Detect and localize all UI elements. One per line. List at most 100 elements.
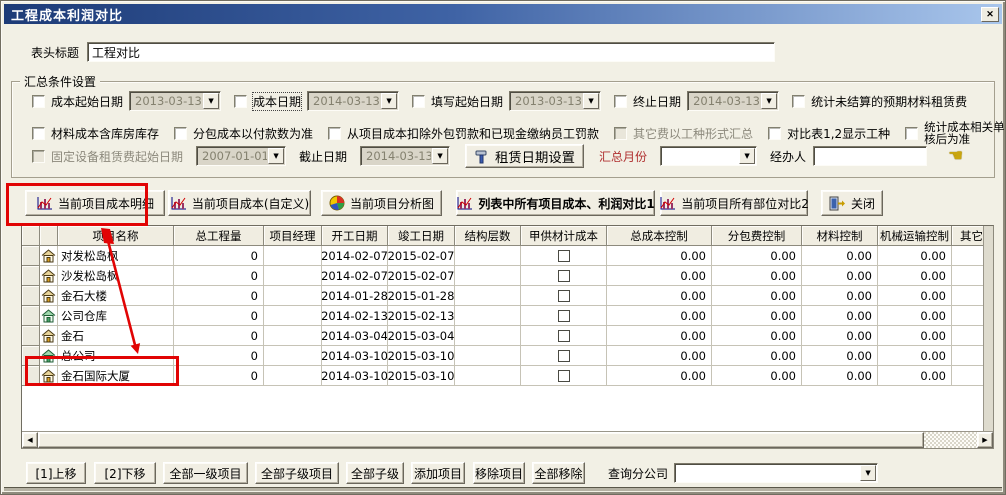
toolbar-button-1[interactable]: 当前项目成本明细 (25, 190, 165, 216)
condition-checkbox[interactable]: 材料成本含库房库存 (32, 125, 159, 142)
toolbar-button-label: 关闭 (851, 195, 875, 212)
condition-checkbox[interactable]: 统计成本相关单据以审核后为准 (905, 121, 1006, 145)
cell-sub-ctrl: 0.00 (712, 286, 802, 306)
footer-button-4[interactable]: 全部子级项目 (255, 462, 339, 484)
checkbox-box[interactable] (614, 95, 627, 108)
table-row[interactable]: 总公司02014-03-102015-03-100.000.000.000.00 (22, 346, 983, 366)
summary-month-dropdown[interactable]: ▼ (660, 146, 757, 166)
condition-item: 填写起始日期2013-03-13▼ (412, 91, 601, 111)
column-header[interactable] (40, 226, 58, 246)
checkbox-box[interactable] (768, 127, 781, 140)
condition-item: 统计未结算的预期材料租赁费 (792, 93, 967, 110)
search-branch-dropdown[interactable]: ▼ (674, 463, 878, 483)
column-header[interactable]: 甲供材计成本 (521, 226, 607, 246)
condition-checkbox[interactable]: 对比表1,2显示工种 (768, 125, 890, 142)
checkbox-label: 统计成本相关单据以审核后为准 (924, 121, 1006, 145)
grid-checkbox[interactable] (558, 310, 570, 322)
horizontal-scrollbar[interactable]: ◀ ▶ (22, 431, 993, 448)
toolbar-button-label: 当前项目成本明细 (58, 195, 154, 212)
scroll-left-button[interactable]: ◀ (22, 432, 38, 448)
close-button[interactable]: ✕ (981, 7, 999, 22)
toolbar-button-4[interactable]: 列表中所有项目成本、利润对比1 (456, 190, 655, 216)
column-header[interactable]: 项目名称 (58, 226, 174, 246)
toolbar-button-5[interactable]: 当前项目所有部位对比2 (660, 190, 808, 216)
checkbox-box[interactable] (328, 127, 341, 140)
grid-checkbox[interactable] (558, 330, 570, 342)
supply-material-checkbox-cell (521, 266, 607, 286)
cell-machine-ctrl: 0.00 (878, 366, 952, 386)
condition-checkbox[interactable]: 从项目成本扣除外包罚款和已现金缴纳员工罚款 (328, 125, 599, 142)
scrollbar-track[interactable] (924, 432, 977, 448)
row-selector-cell (22, 326, 40, 346)
footer-button-5[interactable]: 全部子级 (346, 462, 404, 484)
table-row[interactable]: 沙发松岛枫02014-02-072015-02-070.000.000.000.… (22, 266, 983, 286)
column-header[interactable] (22, 226, 40, 246)
cell-name: 总公司 (58, 346, 174, 366)
column-header[interactable]: 项目经理 (264, 226, 322, 246)
checkbox-box[interactable] (32, 127, 45, 140)
table-row[interactable]: 金石大楼02014-01-282015-01-280.000.000.000.0… (22, 286, 983, 306)
cell-qty: 0 (174, 326, 264, 346)
footer-button-1[interactable]: [1]上移 (26, 462, 86, 484)
toolbar-button-2[interactable]: 当前项目成本(自定义) (168, 190, 311, 216)
rent-date-settings-button[interactable]: 租赁日期设置 (465, 144, 584, 168)
table-row[interactable]: 金石02014-03-042015-03-040.000.000.000.00 (22, 326, 983, 346)
agent-input[interactable] (813, 146, 927, 166)
column-header[interactable]: 其它 (952, 226, 983, 246)
checkbox-box[interactable] (32, 95, 45, 108)
column-header[interactable]: 开工日期 (322, 226, 388, 246)
table-row[interactable]: 公司仓库02014-02-132015-02-130.000.000.000.0… (22, 306, 983, 326)
column-header[interactable]: 结构层数 (455, 226, 521, 246)
checkbox-box[interactable] (174, 127, 187, 140)
condition-checkbox[interactable]: 分包成本以付款数为准 (174, 125, 313, 142)
toolbar-button-label: 当前项目分析图 (350, 195, 434, 212)
fixed-equipment-rent-checkbox[interactable]: 固定设备租赁费起始日期 (32, 148, 183, 165)
grid-checkbox[interactable] (558, 270, 570, 282)
checkbox-box[interactable] (792, 95, 805, 108)
table-row[interactable]: 金石国际大厦02014-03-102015-03-100.000.000.000… (22, 366, 983, 386)
summary-conditions-group: 汇总条件设置 成本起始日期2013-03-13▼成本日期2014-03-13▼填… (11, 81, 995, 178)
condition-checkbox[interactable]: 终止日期 (614, 93, 681, 110)
footer-button-3[interactable]: 全部一级项目 (163, 462, 248, 484)
column-header[interactable]: 总成本控制 (607, 226, 712, 246)
table-row[interactable]: 对发松岛枫02014-02-072015-02-070.000.000.000.… (22, 246, 983, 266)
checkbox-label: 固定设备租赁费起始日期 (51, 148, 183, 165)
chevron-down-icon[interactable]: ▼ (739, 148, 755, 164)
footer-button-2[interactable]: [2]下移 (94, 462, 156, 484)
cell-qty: 0 (174, 346, 264, 366)
header-title-input[interactable] (87, 42, 775, 62)
chevron-down-icon: ▼ (268, 148, 284, 164)
grid-checkbox[interactable] (558, 350, 570, 362)
footer-button-8[interactable]: 全部移除 (532, 462, 585, 484)
column-header[interactable]: 机械运输控制 (878, 226, 952, 246)
supply-material-checkbox-cell (521, 286, 607, 306)
scrollbar-thumb[interactable] (38, 432, 924, 448)
row-selector-cell (22, 266, 40, 286)
house-yellow-icon (41, 269, 56, 283)
grid-checkbox[interactable] (558, 250, 570, 262)
checkbox-box[interactable] (412, 95, 425, 108)
chevron-down-icon[interactable]: ▼ (860, 465, 876, 481)
condition-checkbox[interactable]: 成本日期 (234, 93, 301, 110)
condition-checkbox[interactable]: 成本起始日期 (32, 93, 123, 110)
checkbox-box[interactable] (32, 150, 45, 163)
column-header[interactable]: 分包费控制 (712, 226, 802, 246)
checkbox-box[interactable] (905, 127, 918, 140)
toolbar-button-6[interactable]: 关闭 (821, 190, 883, 216)
grid-checkbox[interactable] (558, 290, 570, 302)
condition-checkbox[interactable]: 统计未结算的预期材料租赁费 (792, 93, 967, 110)
footer-button-6[interactable]: 添加项目 (411, 462, 465, 484)
footer-button-7[interactable]: 移除项目 (473, 462, 525, 484)
grid-checkbox[interactable] (558, 370, 570, 382)
scroll-right-button[interactable]: ▶ (977, 432, 993, 448)
column-header[interactable]: 竣工日期 (388, 226, 455, 246)
house-yellow-icon (41, 289, 56, 303)
date-value: 2014-03-13 (361, 147, 431, 165)
column-header[interactable]: 总工程量 (174, 226, 264, 246)
condition-checkbox[interactable]: 填写起始日期 (412, 93, 503, 110)
toolbar-button-3[interactable]: 当前项目分析图 (321, 190, 442, 216)
cell-sub-ctrl: 0.00 (712, 246, 802, 266)
column-header[interactable]: 材料控制 (802, 226, 878, 246)
cell-manager (264, 326, 322, 346)
checkbox-box[interactable] (234, 95, 247, 108)
